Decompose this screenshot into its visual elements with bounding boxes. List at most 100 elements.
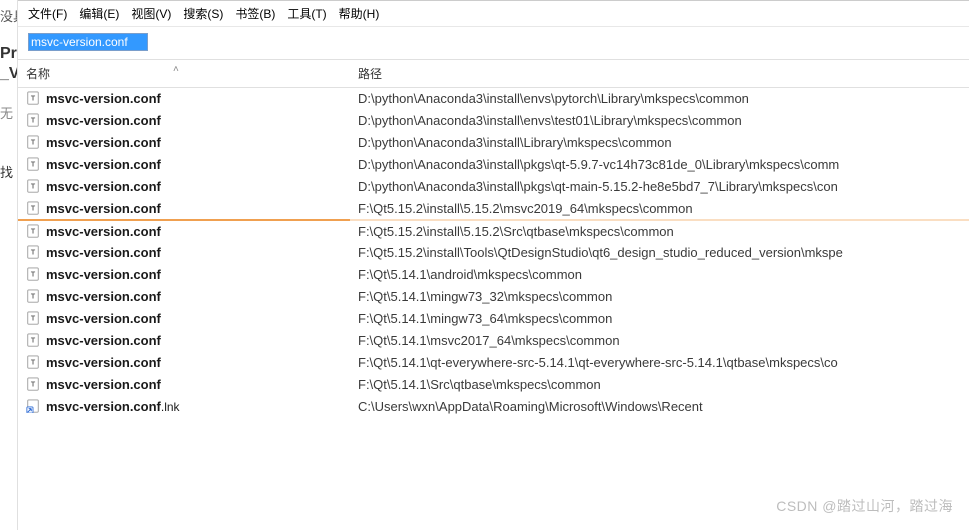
- file-name-cell[interactable]: Tmsvc-version.conf: [18, 374, 350, 396]
- file-name-cell[interactable]: Tmsvc-version.conf: [18, 242, 350, 264]
- file-path-cell[interactable]: C:\Users\wxn\AppData\Roaming\Microsoft\W…: [350, 396, 969, 418]
- menu-bar: 文件(F) 编辑(E) 视图(V) 搜索(S) 书签(B) 工具(T) 帮助(H…: [18, 1, 969, 27]
- text-file-icon: T: [26, 245, 40, 259]
- menu-bookmark[interactable]: 书签(B): [235, 5, 275, 22]
- file-name-cell[interactable]: Tmsvc-version.conf: [18, 176, 350, 198]
- table-row[interactable]: Tmsvc-version.confD:\python\Anaconda3\in…: [18, 154, 969, 176]
- file-name-label: msvc-version.conf: [46, 201, 161, 216]
- file-name-cell[interactable]: Tmsvc-version.conf: [18, 132, 350, 154]
- table-row[interactable]: Tmsvc-version.confF:\Qt\5.14.1\msvc2017_…: [18, 330, 969, 352]
- file-path-cell[interactable]: D:\python\Anaconda3\install\pkgs\qt-main…: [350, 176, 969, 198]
- file-name-cell[interactable]: Tmsvc-version.conf: [18, 308, 350, 330]
- text-file-icon: T: [26, 267, 40, 281]
- svg-text:T: T: [31, 162, 36, 169]
- table-row[interactable]: Tmsvc-version.confF:\Qt5.15.2\install\5.…: [18, 220, 969, 242]
- text-file-icon: T: [26, 289, 40, 303]
- table-row[interactable]: Tmsvc-version.confD:\python\Anaconda3\in…: [18, 88, 969, 110]
- menu-edit[interactable]: 编辑(E): [79, 5, 119, 22]
- svg-text:T: T: [31, 140, 36, 147]
- menu-help[interactable]: 帮助(H): [339, 5, 380, 22]
- table-row[interactable]: Tmsvc-version.confF:\Qt5.15.2\install\5.…: [18, 198, 969, 220]
- table-row[interactable]: Tmsvc-version.confD:\python\Anaconda3\in…: [18, 132, 969, 154]
- table-row[interactable]: Tmsvc-version.confD:\python\Anaconda3\in…: [18, 176, 969, 198]
- table-row[interactable]: Tmsvc-version.confF:\Qt\5.14.1\Src\qtbas…: [18, 374, 969, 396]
- file-name-label: msvc-version.conf: [46, 91, 161, 106]
- table-row[interactable]: Tmsvc-version.confD:\python\Anaconda3\in…: [18, 110, 969, 132]
- file-name-cell[interactable]: Tmsvc-version.conf: [18, 286, 350, 308]
- file-path-cell[interactable]: F:\Qt5.15.2\install\5.15.2\msvc2019_64\m…: [350, 198, 969, 220]
- file-path-cell[interactable]: F:\Qt5.15.2\install\5.15.2\Src\qtbase\mk…: [350, 220, 969, 242]
- file-path-cell[interactable]: F:\Qt5.15.2\install\Tools\QtDesignStudio…: [350, 242, 969, 264]
- file-name-cell[interactable]: Tmsvc-version.conf: [18, 264, 350, 286]
- column-header-path[interactable]: 路径: [350, 60, 969, 88]
- file-name-cell[interactable]: Tmsvc-version.conf: [18, 110, 350, 132]
- sort-ascending-icon: ˄: [173, 64, 179, 75]
- text-file-icon: T: [26, 113, 40, 127]
- watermark: CSDN @踏过山河，踏过海: [776, 496, 953, 516]
- svg-text:T: T: [31, 382, 36, 389]
- svg-text:T: T: [31, 338, 36, 345]
- file-path-cell[interactable]: D:\python\Anaconda3\install\pkgs\qt-5.9.…: [350, 154, 969, 176]
- file-name-label: msvc-version.conf: [46, 333, 161, 348]
- file-path-cell[interactable]: F:\Qt\5.14.1\msvc2017_64\mkspecs\common: [350, 330, 969, 352]
- column-header-name-label: 名称: [26, 67, 50, 81]
- svg-text:T: T: [31, 118, 36, 125]
- file-extension-label: .lnk: [161, 400, 180, 414]
- file-name-label: msvc-version.conf: [46, 289, 161, 304]
- menu-tools[interactable]: 工具(T): [287, 5, 326, 22]
- svg-text:T: T: [31, 184, 36, 191]
- menu-view[interactable]: 视图(V): [131, 5, 171, 22]
- file-path-cell[interactable]: D:\python\Anaconda3\install\envs\pytorch…: [350, 88, 969, 110]
- file-name-cell[interactable]: Tmsvc-version.conf: [18, 88, 350, 110]
- table-row[interactable]: msvc-version.conf.lnkC:\Users\wxn\AppDat…: [18, 396, 969, 418]
- file-path-cell[interactable]: D:\python\Anaconda3\install\Library\mksp…: [350, 132, 969, 154]
- results-table: 名称 ˄ 路径 Tmsvc-version.confD:\python\Anac…: [18, 59, 969, 418]
- file-path-cell[interactable]: F:\Qt\5.14.1\mingw73_32\mkspecs\common: [350, 286, 969, 308]
- file-path-cell[interactable]: D:\python\Anaconda3\install\envs\test01\…: [350, 110, 969, 132]
- text-file-icon: T: [26, 91, 40, 105]
- file-name-label: msvc-version.conf: [46, 224, 161, 239]
- table-row[interactable]: Tmsvc-version.confF:\Qt\5.14.1\mingw73_6…: [18, 308, 969, 330]
- svg-text:T: T: [31, 316, 36, 323]
- file-name-cell[interactable]: Tmsvc-version.conf: [18, 198, 350, 220]
- text-file-icon: T: [26, 333, 40, 347]
- file-name-label: msvc-version.conf: [46, 135, 161, 150]
- svg-text:T: T: [31, 272, 36, 279]
- table-row[interactable]: Tmsvc-version.confF:\Qt\5.14.1\mingw73_3…: [18, 286, 969, 308]
- text-file-icon: T: [26, 224, 40, 238]
- file-name-cell[interactable]: Tmsvc-version.conf: [18, 330, 350, 352]
- text-file-icon: T: [26, 355, 40, 369]
- file-path-cell[interactable]: F:\Qt\5.14.1\qt-everywhere-src-5.14.1\qt…: [350, 352, 969, 374]
- svg-text:T: T: [31, 205, 36, 212]
- text-file-icon: T: [26, 377, 40, 391]
- svg-text:T: T: [31, 250, 36, 257]
- search-input[interactable]: msvc-version.conf: [28, 33, 148, 51]
- text-file-icon: T: [26, 179, 40, 193]
- table-row[interactable]: Tmsvc-version.confF:\Qt\5.14.1\android\m…: [18, 264, 969, 286]
- file-name-label: msvc-version.conf: [46, 267, 161, 282]
- file-name-cell[interactable]: Tmsvc-version.conf: [18, 220, 350, 242]
- column-header-name[interactable]: 名称 ˄: [18, 60, 350, 88]
- file-name-cell[interactable]: Tmsvc-version.conf: [18, 154, 350, 176]
- table-row[interactable]: Tmsvc-version.confF:\Qt5.15.2\install\To…: [18, 242, 969, 264]
- svg-text:T: T: [31, 96, 36, 103]
- file-name-cell[interactable]: Tmsvc-version.conf: [18, 352, 350, 374]
- file-name-label: msvc-version.conf: [46, 399, 161, 414]
- file-name-label: msvc-version.conf: [46, 113, 161, 128]
- text-file-icon: T: [26, 157, 40, 171]
- file-name-label: msvc-version.conf: [46, 157, 161, 172]
- menu-file[interactable]: 文件(F): [28, 5, 67, 22]
- file-path-cell[interactable]: F:\Qt\5.14.1\Src\qtbase\mkspecs\common: [350, 374, 969, 396]
- file-path-cell[interactable]: F:\Qt\5.14.1\mingw73_64\mkspecs\common: [350, 308, 969, 330]
- file-name-label: msvc-version.conf: [46, 245, 161, 260]
- menu-search[interactable]: 搜索(S): [183, 5, 223, 22]
- svg-text:T: T: [31, 228, 36, 235]
- file-name-cell[interactable]: msvc-version.conf.lnk: [18, 396, 350, 418]
- main-panel: 文件(F) 编辑(E) 视图(V) 搜索(S) 书签(B) 工具(T) 帮助(H…: [18, 0, 969, 530]
- svg-text:T: T: [31, 360, 36, 367]
- file-path-cell[interactable]: F:\Qt\5.14.1\android\mkspecs\common: [350, 264, 969, 286]
- results-table-wrap: 名称 ˄ 路径 Tmsvc-version.confD:\python\Anac…: [18, 59, 969, 530]
- column-header-path-label: 路径: [358, 67, 382, 81]
- file-name-label: msvc-version.conf: [46, 179, 161, 194]
- table-row[interactable]: Tmsvc-version.confF:\Qt\5.14.1\qt-everyw…: [18, 352, 969, 374]
